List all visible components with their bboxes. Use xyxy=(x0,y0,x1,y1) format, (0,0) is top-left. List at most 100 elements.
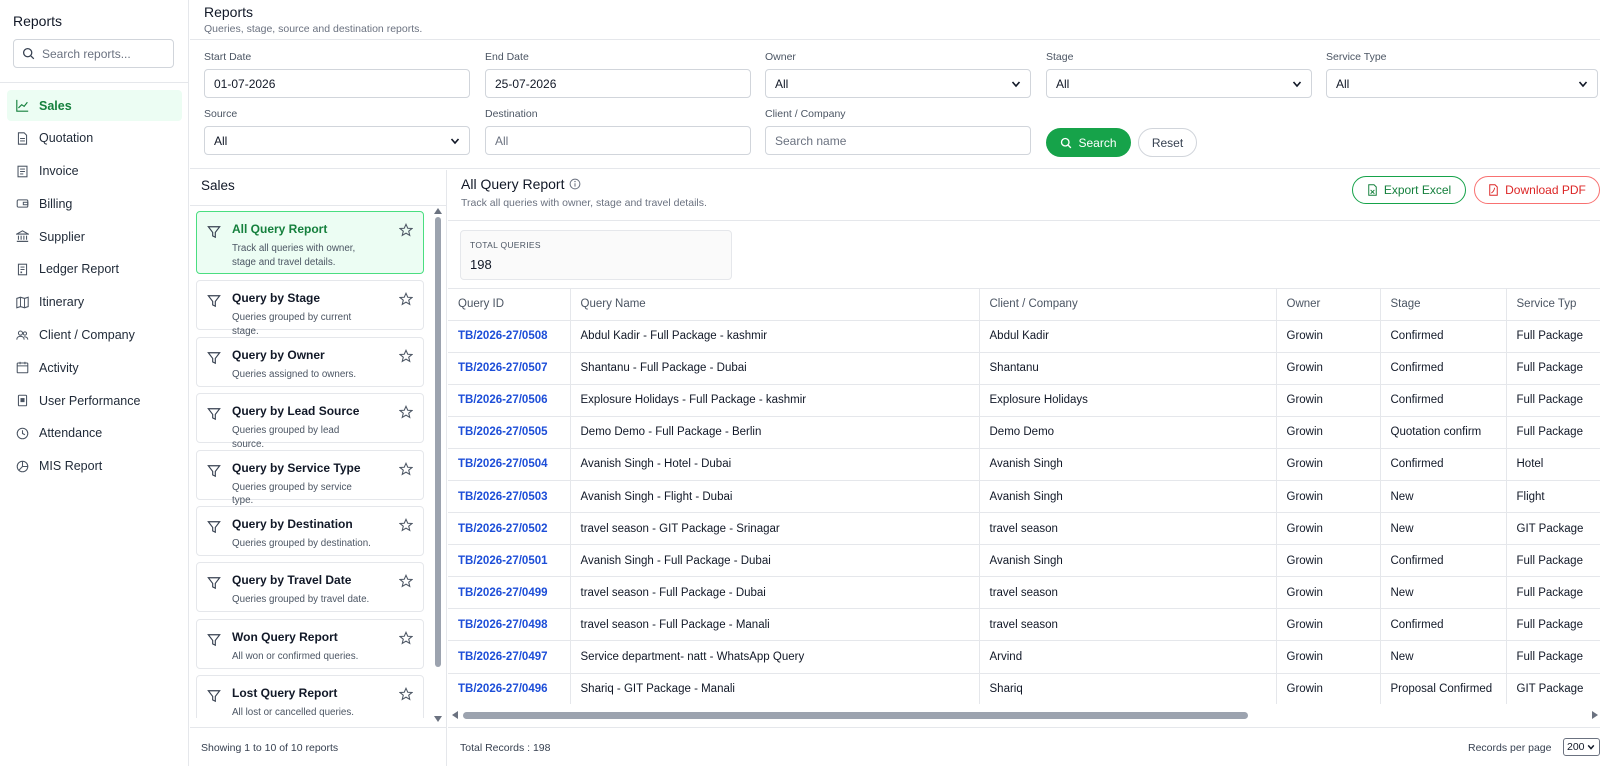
star-icon[interactable] xyxy=(399,630,413,645)
report-list-scrollbar[interactable] xyxy=(433,207,443,728)
query-id-link[interactable]: TB/2026-27/0501 xyxy=(448,544,571,578)
star-icon[interactable] xyxy=(399,348,413,363)
sidebar-search[interactable] xyxy=(13,39,174,68)
sidebar-item-quotation[interactable]: Quotation xyxy=(7,123,182,154)
column-header[interactable]: Stage xyxy=(1380,289,1507,321)
column-header[interactable]: Owner xyxy=(1276,289,1381,321)
sidebar-item-label: Activity xyxy=(39,360,79,375)
report-card-title: Won Query Report xyxy=(232,629,338,644)
search-reports-input[interactable] xyxy=(42,46,162,61)
query-id-link[interactable]: TB/2026-27/0499 xyxy=(448,576,571,610)
star-icon[interactable] xyxy=(399,292,413,306)
end-date-value: 25-07-2026 xyxy=(495,76,557,91)
service-type-select[interactable]: All xyxy=(1326,69,1598,98)
sidebar-item-itinerary[interactable]: Itinerary xyxy=(7,287,182,318)
reset-button[interactable]: Reset xyxy=(1138,128,1197,157)
sidebar-item-attendance[interactable]: Attendance xyxy=(7,418,182,449)
report-card-desc: Queries assigned to owners. xyxy=(232,368,357,380)
filter-icon xyxy=(207,351,221,364)
download-pdf-button[interactable]: Download PDF xyxy=(1474,176,1600,204)
column-header[interactable]: Query ID xyxy=(448,289,571,321)
sidebar-item-mis-report[interactable]: MIS Report xyxy=(7,451,182,482)
report-card-by-service-type[interactable]: Query by Service Type Queries grouped by… xyxy=(196,449,424,506)
column-header[interactable]: Client / Company xyxy=(979,289,1277,321)
report-card-won-query[interactable]: Won Query Report All won or confirmed qu… xyxy=(196,618,424,669)
query-id-link[interactable]: TB/2026-27/0506 xyxy=(448,384,571,417)
scrollbar-thumb[interactable] xyxy=(463,712,1248,719)
stage-value: All xyxy=(1056,76,1070,91)
table-row: TB/2026-27/0498 travel season - Full Pack… xyxy=(448,608,1600,642)
invoice-icon xyxy=(17,165,28,177)
records-per-page-select[interactable]: 200 xyxy=(1563,738,1600,756)
sidebar-item-user-performance[interactable]: User Performance xyxy=(7,385,182,416)
owner-field: Owner All xyxy=(765,51,1031,98)
sidebar-item-sales[interactable]: Sales xyxy=(7,90,182,121)
report-card-title: Query by Owner xyxy=(232,347,325,362)
table-cell: Growin xyxy=(1276,512,1381,546)
sidebar-item-billing[interactable]: Billing xyxy=(7,188,182,219)
badge-icon xyxy=(17,394,28,407)
table-row: TB/2026-27/0501 Avanish Singh - Full Pack… xyxy=(448,544,1600,578)
query-id-link[interactable]: TB/2026-27/0505 xyxy=(448,416,571,449)
star-icon[interactable] xyxy=(399,405,413,419)
query-id-link[interactable]: TB/2026-27/0503 xyxy=(448,480,571,514)
source-label: Source xyxy=(204,108,238,120)
column-header[interactable]: Query Name xyxy=(570,289,980,321)
start-date-input[interactable]: 01-07-2026 xyxy=(204,69,470,98)
report-card-by-stage[interactable]: Query by Stage Queries grouped by curren… xyxy=(196,280,424,337)
sidebar-item-client-company[interactable]: Client / Company xyxy=(7,320,182,351)
sidebar-item-supplier[interactable]: Supplier xyxy=(7,221,182,252)
query-id-link[interactable]: TB/2026-27/0496 xyxy=(448,673,571,704)
source-select[interactable]: All xyxy=(204,126,470,155)
query-id-link[interactable]: TB/2026-27/0502 xyxy=(448,512,571,546)
owner-select[interactable]: All xyxy=(765,69,1031,98)
star-icon[interactable] xyxy=(399,687,413,701)
scrollbar-thumb[interactable] xyxy=(435,217,441,667)
report-card-by-travel-date[interactable]: Query by Travel Date Queries grouped by … xyxy=(196,562,424,613)
table-horizontal-scrollbar[interactable] xyxy=(448,708,1600,722)
client-company-field: Client / Company Search name xyxy=(765,108,1031,155)
report-card-all-query[interactable]: All Query Report Track all queries with … xyxy=(196,211,424,274)
star-icon[interactable] xyxy=(399,461,413,476)
table-cell: Demo Demo xyxy=(979,416,1277,449)
table-cell: Flight xyxy=(1506,480,1600,514)
sidebar-item-invoice[interactable]: Invoice xyxy=(7,156,182,187)
chevron-down-icon xyxy=(1578,80,1588,87)
scroll-right-icon[interactable] xyxy=(1591,710,1599,720)
stage-label: Stage xyxy=(1046,51,1074,63)
search-button[interactable]: Search xyxy=(1046,128,1131,157)
query-id-link[interactable]: TB/2026-27/0498 xyxy=(448,608,571,642)
info-icon[interactable] xyxy=(569,178,581,190)
sidebar-item-ledger-report[interactable]: Ledger Report xyxy=(7,254,182,285)
stage-select[interactable]: All xyxy=(1046,69,1312,98)
end-date-input[interactable]: 25-07-2026 xyxy=(485,69,751,98)
destination-placeholder: All xyxy=(495,133,509,148)
star-icon[interactable] xyxy=(399,574,413,588)
query-id-link[interactable]: TB/2026-27/0497 xyxy=(448,640,571,674)
report-card-by-owner[interactable]: Query by Owner Queries assigned to owner… xyxy=(196,336,424,387)
wallet-icon xyxy=(16,199,29,209)
chevron-down-icon xyxy=(1011,80,1021,87)
query-id-link[interactable]: TB/2026-27/0507 xyxy=(448,352,571,385)
scroll-down-icon[interactable] xyxy=(433,715,443,723)
report-card-by-destination[interactable]: Query by Destination Queries grouped by … xyxy=(196,505,424,556)
scroll-up-icon[interactable] xyxy=(433,207,443,215)
filter-icon xyxy=(207,690,221,703)
destination-input[interactable]: All xyxy=(485,126,751,155)
scroll-left-icon[interactable] xyxy=(451,710,459,720)
client-company-placeholder: Search name xyxy=(775,133,847,148)
column-header[interactable]: Service Typ xyxy=(1506,289,1600,321)
users-icon xyxy=(16,330,29,340)
sidebar-item-activity[interactable]: Activity xyxy=(7,352,182,383)
export-excel-button[interactable]: Export Excel xyxy=(1352,176,1466,204)
star-icon[interactable] xyxy=(399,223,413,237)
report-card-by-lead-source[interactable]: Query by Lead Source Queries grouped by … xyxy=(196,393,424,450)
query-id-link[interactable]: TB/2026-27/0504 xyxy=(448,448,571,481)
report-card-lost-query[interactable]: Lost Query Report All lost or cancelled … xyxy=(196,675,424,718)
client-company-input[interactable]: Search name xyxy=(765,126,1031,155)
star-icon[interactable] xyxy=(399,517,413,532)
query-id-link[interactable]: TB/2026-27/0508 xyxy=(448,320,571,353)
filter-icon xyxy=(207,464,221,477)
table-footer: Total Records : 198 Records per page 200 xyxy=(448,727,1600,766)
table-cell: GIT Package xyxy=(1506,512,1600,546)
